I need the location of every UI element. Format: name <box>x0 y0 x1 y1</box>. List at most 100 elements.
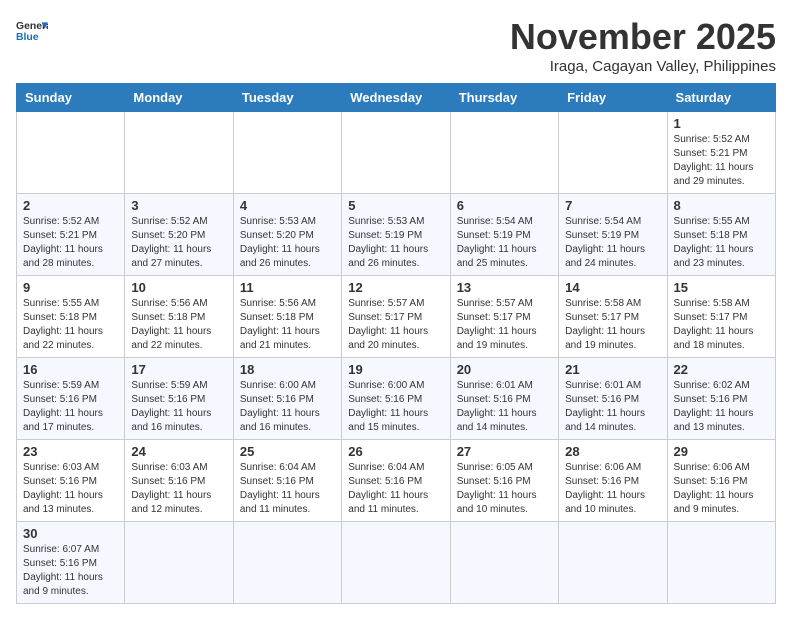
day-number: 19 <box>348 362 443 377</box>
calendar-cell <box>450 112 558 194</box>
day-number: 26 <box>348 444 443 459</box>
cell-content: Sunrise: 5:54 AMSunset: 5:19 PMDaylight:… <box>457 215 552 271</box>
calendar-cell <box>17 112 125 194</box>
calendar-week-4: 16Sunrise: 5:59 AMSunset: 5:16 PMDayligh… <box>17 358 776 440</box>
calendar-cell: 15Sunrise: 5:58 AMSunset: 5:17 PMDayligh… <box>667 276 775 358</box>
day-number: 14 <box>565 280 660 295</box>
calendar-cell: 20Sunrise: 6:01 AMSunset: 5:16 PMDayligh… <box>450 358 558 440</box>
calendar-cell: 7 Sunrise: 5:54 AMSunset: 5:19 PMDaylight… <box>559 194 667 276</box>
cell-content: Sunrise: 6:06 AMSunset: 5:16 PMDaylight:… <box>674 461 769 517</box>
cell-content: Sunrise: 5:58 AMSunset: 5:17 PMDaylight:… <box>565 297 660 353</box>
cell-content: Sunrise: 5:53 AMSunset: 5:20 PMDaylight:… <box>240 215 335 271</box>
cell-content: Sunrise: 6:06 AMSunset: 5:16 PMDaylight:… <box>565 461 660 517</box>
location-title: Iraga, Cagayan Valley, Philippines <box>510 58 776 75</box>
day-number: 7 <box>565 198 660 213</box>
calendar-cell: 14 Sunrise: 5:58 AMSunset: 5:17 PMDayligh… <box>559 276 667 358</box>
header-row: SundayMondayTuesdayWednesdayThursdayFrid… <box>17 84 776 112</box>
calendar-cell: 17Sunrise: 5:59 AMSunset: 5:16 PMDayligh… <box>125 358 233 440</box>
calendar-cell: 10Sunrise: 5:56 AMSunset: 5:18 PMDayligh… <box>125 276 233 358</box>
calendar-cell: 30Sunrise: 6:07 AMSunset: 5:16 PMDayligh… <box>17 522 125 604</box>
calendar-cell: 4 Sunrise: 5:53 AMSunset: 5:20 PMDaylight… <box>233 194 341 276</box>
column-header-tuesday: Tuesday <box>233 84 341 112</box>
cell-content: Sunrise: 5:55 AMSunset: 5:18 PMDaylight:… <box>23 297 118 353</box>
day-number: 20 <box>457 362 552 377</box>
calendar-cell <box>233 112 341 194</box>
calendar-cell <box>667 522 775 604</box>
cell-content: Sunrise: 6:03 AMSunset: 5:16 PMDaylight:… <box>131 461 226 517</box>
calendar-cell: 18Sunrise: 6:00 AMSunset: 5:16 PMDayligh… <box>233 358 341 440</box>
calendar-cell: 6 Sunrise: 5:54 AMSunset: 5:19 PMDaylight… <box>450 194 558 276</box>
calendar-cell <box>342 522 450 604</box>
day-number: 22 <box>674 362 769 377</box>
day-number: 24 <box>131 444 226 459</box>
calendar-cell: 28 Sunrise: 6:06 AMSunset: 5:16 PMDayligh… <box>559 440 667 522</box>
day-number: 30 <box>23 526 118 541</box>
column-header-monday: Monday <box>125 84 233 112</box>
cell-content: Sunrise: 5:58 AMSunset: 5:17 PMDaylight:… <box>674 297 769 353</box>
day-number: 6 <box>457 198 552 213</box>
calendar-cell: 3 Sunrise: 5:52 AMSunset: 5:20 PMDaylight… <box>125 194 233 276</box>
calendar-cell <box>342 112 450 194</box>
day-number: 8 <box>674 198 769 213</box>
calendar-cell <box>559 112 667 194</box>
day-number: 23 <box>23 444 118 459</box>
calendar-cell: 24 Sunrise: 6:03 AMSunset: 5:16 PMDayligh… <box>125 440 233 522</box>
header: General Blue November 2025 Iraga, Cagaya… <box>16 16 776 75</box>
calendar-cell: 19 Sunrise: 6:00 AMSunset: 5:16 PMDayligh… <box>342 358 450 440</box>
cell-content: Sunrise: 5:52 AMSunset: 5:20 PMDaylight:… <box>131 215 226 271</box>
column-header-wednesday: Wednesday <box>342 84 450 112</box>
cell-content: Sunrise: 5:55 AMSunset: 5:18 PMDaylight:… <box>674 215 769 271</box>
calendar-cell: 9 Sunrise: 5:55 AMSunset: 5:18 PMDaylight… <box>17 276 125 358</box>
logo: General Blue <box>16 16 48 48</box>
calendar-week-3: 9 Sunrise: 5:55 AMSunset: 5:18 PMDaylight… <box>17 276 776 358</box>
day-number: 12 <box>348 280 443 295</box>
calendar-cell: 12 Sunrise: 5:57 AMSunset: 5:17 PMDayligh… <box>342 276 450 358</box>
cell-content: Sunrise: 5:52 AMSunset: 5:21 PMDaylight:… <box>23 215 118 271</box>
cell-content: Sunrise: 6:00 AMSunset: 5:16 PMDaylight:… <box>348 379 443 435</box>
cell-content: Sunrise: 6:02 AMSunset: 5:16 PMDaylight:… <box>674 379 769 435</box>
calendar-cell <box>450 522 558 604</box>
day-number: 11 <box>240 280 335 295</box>
cell-content: Sunrise: 5:56 AMSunset: 5:18 PMDaylight:… <box>240 297 335 353</box>
generalblue-logo-icon: General Blue <box>16 16 48 48</box>
calendar-cell: 11 Sunrise: 5:56 AMSunset: 5:18 PMDayligh… <box>233 276 341 358</box>
title-area: November 2025 Iraga, Cagayan Valley, Phi… <box>510 16 776 75</box>
cell-content: Sunrise: 5:52 AMSunset: 5:21 PMDaylight:… <box>674 133 769 189</box>
calendar-week-1: 1 Sunrise: 5:52 AMSunset: 5:21 PMDaylight… <box>17 112 776 194</box>
day-number: 2 <box>23 198 118 213</box>
day-number: 3 <box>131 198 226 213</box>
calendar-cell: 21Sunrise: 6:01 AMSunset: 5:16 PMDayligh… <box>559 358 667 440</box>
calendar-cell: 22 Sunrise: 6:02 AMSunset: 5:16 PMDayligh… <box>667 358 775 440</box>
calendar-cell: 8 Sunrise: 5:55 AMSunset: 5:18 PMDaylight… <box>667 194 775 276</box>
calendar-cell <box>125 522 233 604</box>
calendar-cell: 29 Sunrise: 6:06 AMSunset: 5:16 PMDayligh… <box>667 440 775 522</box>
day-number: 29 <box>674 444 769 459</box>
day-number: 17 <box>131 362 226 377</box>
calendar-cell: 26 Sunrise: 6:04 AMSunset: 5:16 PMDayligh… <box>342 440 450 522</box>
cell-content: Sunrise: 5:54 AMSunset: 5:19 PMDaylight:… <box>565 215 660 271</box>
day-number: 28 <box>565 444 660 459</box>
day-number: 16 <box>23 362 118 377</box>
cell-content: Sunrise: 5:57 AMSunset: 5:17 PMDaylight:… <box>348 297 443 353</box>
day-number: 10 <box>131 280 226 295</box>
calendar-cell <box>125 112 233 194</box>
cell-content: Sunrise: 6:04 AMSunset: 5:16 PMDaylight:… <box>348 461 443 517</box>
day-number: 13 <box>457 280 552 295</box>
calendar-cell: 27Sunrise: 6:05 AMSunset: 5:16 PMDayligh… <box>450 440 558 522</box>
day-number: 9 <box>23 280 118 295</box>
column-header-saturday: Saturday <box>667 84 775 112</box>
day-number: 21 <box>565 362 660 377</box>
day-number: 4 <box>240 198 335 213</box>
day-number: 5 <box>348 198 443 213</box>
month-title: November 2025 <box>510 16 776 58</box>
cell-content: Sunrise: 5:53 AMSunset: 5:19 PMDaylight:… <box>348 215 443 271</box>
column-header-friday: Friday <box>559 84 667 112</box>
calendar-cell: 5 Sunrise: 5:53 AMSunset: 5:19 PMDaylight… <box>342 194 450 276</box>
cell-content: Sunrise: 5:57 AMSunset: 5:17 PMDaylight:… <box>457 297 552 353</box>
calendar-cell: 23Sunrise: 6:03 AMSunset: 5:16 PMDayligh… <box>17 440 125 522</box>
day-number: 1 <box>674 116 769 131</box>
calendar-week-2: 2 Sunrise: 5:52 AMSunset: 5:21 PMDaylight… <box>17 194 776 276</box>
calendar-cell: 16Sunrise: 5:59 AMSunset: 5:16 PMDayligh… <box>17 358 125 440</box>
calendar-cell: 13 Sunrise: 5:57 AMSunset: 5:17 PMDayligh… <box>450 276 558 358</box>
day-number: 25 <box>240 444 335 459</box>
